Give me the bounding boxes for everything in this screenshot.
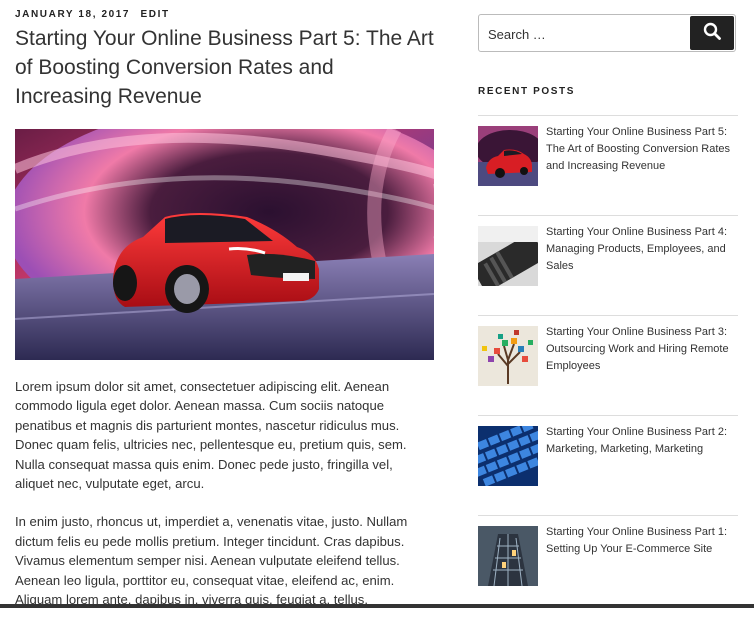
recent-post-item[interactable]: Starting Your Online Business Part 3: Ou… <box>478 315 738 415</box>
post-date: JANUARY 18, 2017 <box>15 9 131 20</box>
search-input[interactable] <box>488 24 678 44</box>
recent-post-title[interactable]: Starting Your Online Business Part 2: Ma… <box>546 424 740 458</box>
post-thumbnail-blue-keyboard[interactable] <box>478 426 538 486</box>
search-form <box>478 14 736 52</box>
post-title: Starting Your Online Business Part 5: Th… <box>15 27 434 108</box>
search-icon <box>703 22 721 45</box>
post-thumbnail-app-tree[interactable] <box>478 326 538 386</box>
recent-post-title[interactable]: Starting Your Online Business Part 4: Ma… <box>546 224 740 275</box>
paragraph: In enim justo, rhoncus ut, imperdiet a, … <box>15 514 408 608</box>
post-thumbnail-red-car[interactable] <box>478 126 538 186</box>
recent-posts-list: Starting Your Online Business Part 5: Th… <box>478 115 738 615</box>
recent-post-item[interactable]: Starting Your Online Business Part 2: Ma… <box>478 415 738 515</box>
recent-posts-heading: RECENT POSTS <box>478 86 575 97</box>
recent-post-item[interactable]: Starting Your Online Business Part 5: Th… <box>478 115 738 215</box>
paragraph: Lorem ipsum dolor sit amet, consectetuer… <box>15 379 407 492</box>
recent-post-title[interactable]: Starting Your Online Business Part 5: Th… <box>546 124 740 175</box>
edit-link[interactable]: EDIT <box>140 9 169 20</box>
post-content: Lorem ipsum dolor sit amet, consectetuer… <box>15 377 415 628</box>
recent-post-title[interactable]: Starting Your Online Business Part 1: Se… <box>546 524 740 558</box>
recent-post-item[interactable]: Starting Your Online Business Part 1: Se… <box>478 515 738 615</box>
recent-post-item[interactable]: Starting Your Online Business Part 4: Ma… <box>478 215 738 315</box>
post-meta: JANUARY 18, 2017 EDIT <box>15 9 170 20</box>
post-thumbnail-camera-lens[interactable] <box>478 226 538 286</box>
recent-post-title[interactable]: Starting Your Online Business Part 3: Ou… <box>546 324 740 375</box>
featured-image <box>15 129 434 360</box>
post-thumbnail-glass-building[interactable] <box>478 526 538 586</box>
bottom-border <box>0 604 754 608</box>
search-button[interactable] <box>690 16 734 50</box>
